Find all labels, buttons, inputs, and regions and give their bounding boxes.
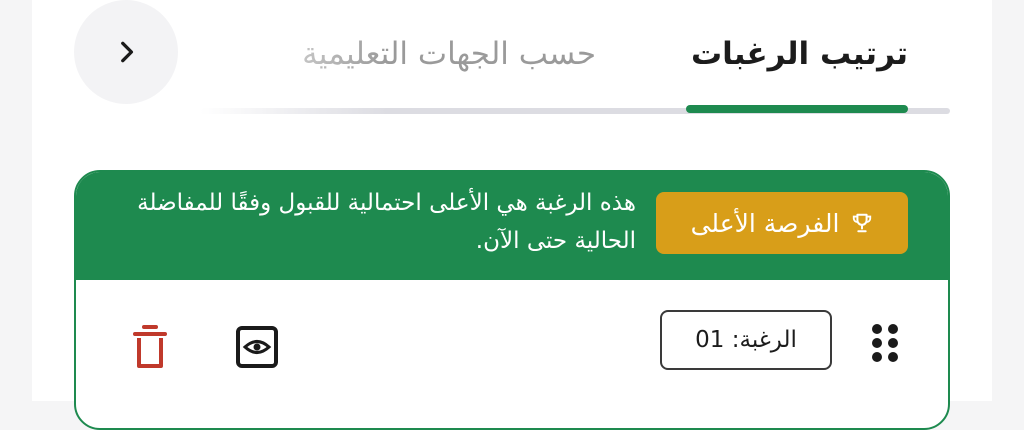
active-tab-indicator (686, 105, 908, 113)
chevron-right-icon (121, 41, 134, 63)
wish-number-chip: الرغبة: 01 (660, 310, 832, 370)
eye-icon[interactable] (236, 326, 278, 368)
tab-by-institutions[interactable]: حسب الجهات التعليمية (216, 24, 596, 84)
highest-chance-badge: الفرصة الأعلى (656, 192, 908, 254)
trash-icon[interactable] (130, 324, 170, 370)
back-button[interactable] (74, 0, 178, 104)
tab-wishes-order[interactable]: ترتيب الرغبات (691, 24, 908, 84)
trophy-icon (853, 213, 872, 233)
drag-handle-icon[interactable] (870, 322, 900, 364)
wish-card: الفرصة الأعلى هذه الرغبة هي الأعلى احتما… (74, 170, 950, 430)
badge-label: الفرصة الأعلى (690, 208, 840, 238)
highest-chance-banner: الفرصة الأعلى هذه الرغبة هي الأعلى احتما… (76, 172, 948, 280)
banner-message: هذه الرغبة هي الأعلى احتمالية للقبول وفق… (137, 190, 636, 254)
